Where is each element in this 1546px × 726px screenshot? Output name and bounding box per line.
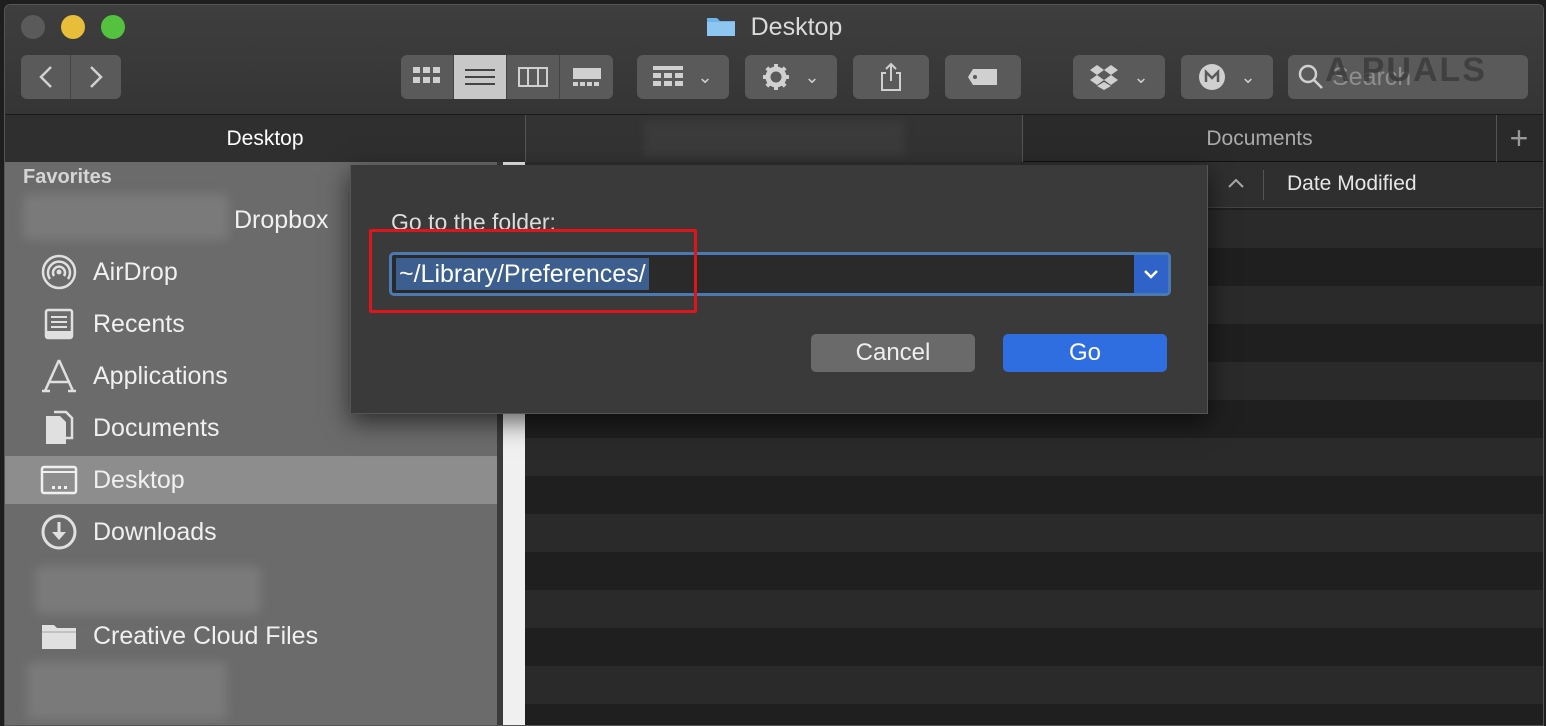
tab-label: Desktop — [226, 126, 304, 150]
gallery-icon — [572, 68, 601, 86]
annotation-highlight-box — [369, 229, 697, 313]
sidebar-item-label: Creative Cloud Files — [93, 621, 319, 650]
list-row — [525, 552, 1543, 590]
sidebar-item-downloads[interactable]: Downloads — [5, 508, 497, 556]
sidebar-item-label: AirDrop — [93, 257, 178, 286]
column-divider[interactable] — [1263, 170, 1264, 200]
list-row — [525, 476, 1543, 514]
list-row — [525, 438, 1543, 476]
watermark-logo: A PUALS — [1325, 51, 1487, 89]
group-by-button[interactable]: ⌄ — [637, 55, 729, 99]
nav-buttons — [21, 55, 121, 99]
list-row — [525, 514, 1543, 552]
column-header-date-modified[interactable]: Date Modified — [1287, 172, 1417, 196]
folder-icon — [706, 18, 735, 36]
forward-button[interactable] — [71, 55, 121, 99]
folder-icon — [39, 616, 79, 656]
sidebar-item-label: Applications — [93, 361, 228, 390]
redacted-item — [35, 566, 261, 614]
go-button[interactable]: Go — [1003, 334, 1167, 372]
sidebar-item-label: Documents — [93, 413, 220, 442]
sidebar-item-label: Dropbox — [234, 205, 329, 234]
list-row — [525, 590, 1543, 628]
list-view-button[interactable] — [454, 55, 507, 99]
chevron-left-icon — [38, 66, 52, 88]
back-button[interactable] — [21, 55, 71, 99]
sidebar-item-label: Recents — [93, 309, 185, 338]
sidebar-item-label: Downloads — [93, 517, 217, 546]
search-icon — [1298, 64, 1323, 89]
redacted-tab-label — [644, 120, 904, 157]
finder-window: Desktop ⌄ ⌄ ⌄ ⌄ Search A PUALS Desktop D… — [4, 4, 1544, 726]
tab-bar: Desktop Documents + — [5, 115, 1543, 162]
list-row — [525, 666, 1543, 704]
downloads-icon — [39, 512, 79, 552]
list-icon — [465, 69, 495, 85]
columns-icon — [518, 67, 548, 87]
mega-icon — [1199, 64, 1226, 90]
grid-icon — [413, 67, 440, 83]
sidebar-item-label: Desktop — [93, 465, 185, 494]
dropbox-icon — [1090, 65, 1119, 90]
tags-button[interactable] — [945, 55, 1021, 99]
window-title-text: Desktop — [750, 13, 843, 41]
list-row — [525, 704, 1543, 725]
sort-ascending-icon[interactable] — [1227, 172, 1245, 195]
gallery-view-button[interactable] — [560, 55, 613, 99]
cancel-button[interactable]: Cancel — [811, 334, 975, 372]
plus-icon: + — [1509, 120, 1529, 156]
desktop-icon — [39, 460, 79, 500]
icon-view-button[interactable] — [401, 55, 454, 99]
toolbar: Desktop ⌄ ⌄ ⌄ ⌄ Search A PUALS — [5, 5, 1543, 115]
sidebar-item-desktop[interactable]: Desktop — [5, 456, 497, 504]
window-title: Desktop — [5, 13, 1543, 42]
recents-icon — [39, 304, 79, 344]
tab-documents[interactable]: Documents — [1023, 115, 1497, 162]
go-to-folder-dialog: Go to the folder: ~/Library/Preferences/… — [350, 165, 1208, 414]
path-history-dropdown-button[interactable] — [1134, 255, 1168, 293]
share-button[interactable] — [853, 55, 929, 99]
tab-label: Documents — [1206, 126, 1313, 150]
chevron-down-icon — [1144, 270, 1158, 279]
list-row — [525, 628, 1543, 666]
chevron-down-icon: ⌄ — [697, 66, 713, 87]
documents-icon — [39, 408, 79, 448]
chevron-down-icon: ⌄ — [804, 66, 820, 87]
redacted-item — [27, 662, 227, 720]
dropbox-menu-button[interactable]: ⌄ — [1073, 55, 1165, 99]
group-icon — [653, 66, 684, 86]
action-menu-button[interactable]: ⌄ — [745, 55, 837, 99]
new-tab-button[interactable]: + — [1497, 115, 1541, 162]
airdrop-icon — [39, 252, 79, 292]
sidebar-item-creative-cloud-files[interactable]: Creative Cloud Files — [5, 612, 497, 660]
column-view-button[interactable] — [507, 55, 560, 99]
tab-desktop[interactable]: Desktop — [5, 115, 526, 162]
applications-icon — [39, 356, 79, 396]
sidebar-section-favorites: Favorites — [23, 166, 112, 188]
tab-blurred[interactable] — [526, 115, 1023, 162]
gear-icon — [763, 64, 790, 90]
chevron-right-icon — [90, 66, 103, 88]
mega-menu-button[interactable]: ⌄ — [1181, 55, 1273, 99]
chevron-down-icon: ⌄ — [1133, 66, 1149, 87]
chevron-down-icon: ⌄ — [1240, 66, 1256, 87]
view-mode-control — [401, 55, 613, 99]
share-icon — [881, 62, 901, 91]
tag-icon — [968, 69, 997, 85]
